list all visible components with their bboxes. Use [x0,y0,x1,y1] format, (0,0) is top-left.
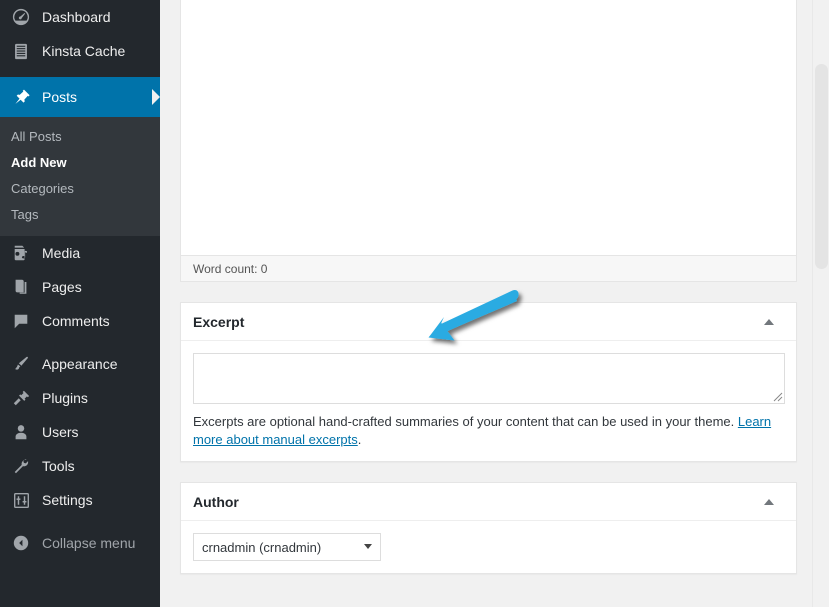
pushpin-icon [11,87,31,107]
post-edit-form: Word count: 0 Excerpt Excerpts are optio… [180,0,797,574]
wp-admin-screen: Dashboard Kinsta Cache Posts All Posts A… [0,0,829,607]
caret-up-icon [764,498,774,505]
paintbrush-icon [11,354,31,374]
collapse-menu-button[interactable]: Collapse menu [0,526,160,560]
sidebar-item-add-new[interactable]: Add New [0,150,160,176]
plug-icon [11,388,31,408]
user-icon [11,422,31,442]
sidebar-item-label: Pages [42,279,82,295]
admin-content: Word count: 0 Excerpt Excerpts are optio… [160,0,829,607]
sidebar-item-media[interactable]: Media [0,236,160,270]
excerpt-toggle-button[interactable] [754,307,784,337]
excerpt-metabox-header[interactable]: Excerpt [181,303,796,341]
excerpt-help-text: Excerpts are optional hand-crafted summa… [193,413,785,449]
sliders-icon [11,490,31,510]
sidebar-item-plugins[interactable]: Plugins [0,381,160,415]
excerpt-metabox-body: Excerpts are optional hand-crafted summa… [181,341,796,461]
sidebar-item-label: Posts [42,89,78,105]
word-count-label: Word count: 0 [193,261,268,276]
sidebar-item-all-posts[interactable]: All Posts [0,124,160,150]
sidebar-item-label: Comments [42,313,110,329]
sidebar-item-label: Settings [42,492,93,508]
author-metabox: Author crnadmin (crnadmin) [180,482,797,574]
excerpt-textarea[interactable] [193,353,785,404]
sidebar-item-label: Appearance [42,356,118,372]
sidebar-item-label: Media [42,245,81,261]
comment-icon [11,311,31,331]
author-metabox-header[interactable]: Author [181,483,796,521]
author-select[interactable]: crnadmin (crnadmin) [193,533,381,561]
sidebar-item-label: Dashboard [42,9,111,25]
collapse-arrow-icon [11,533,31,553]
media-icon [11,243,31,263]
sidebar-separator [0,517,160,526]
sidebar-item-label: Users [42,424,79,440]
excerpt-textarea-wrapper [193,353,785,404]
excerpt-metabox: Excerpt Excerpts are optional hand-craft… [180,302,797,462]
sidebar-separator [0,338,160,347]
excerpt-help-text-before: Excerpts are optional hand-crafted summa… [193,414,738,429]
sidebar-submenu-posts: All Posts Add New Categories Tags [0,117,160,236]
sidebar-item-posts[interactable]: Posts [0,77,160,117]
sidebar-item-categories[interactable]: Categories [0,176,160,202]
sidebar-item-comments[interactable]: Comments [0,304,160,338]
author-toggle-button[interactable] [754,487,784,517]
sidebar-separator [0,68,160,77]
dashboard-icon [11,7,31,27]
author-metabox-body: crnadmin (crnadmin) [181,521,796,573]
post-editor: Word count: 0 [180,0,797,282]
caret-up-icon [764,318,774,325]
sidebar-item-users[interactable]: Users [0,415,160,449]
editor-content-area[interactable] [181,0,796,255]
author-metabox-title: Author [193,493,239,510]
sidebar-item-tools[interactable]: Tools [0,449,160,483]
sidebar-item-label: Plugins [42,390,88,406]
sidebar-item-tags[interactable]: Tags [0,202,160,228]
excerpt-help-text-after: . [357,432,362,447]
collapse-menu-label: Collapse menu [42,535,136,551]
page-scrollbar-thumb[interactable] [815,64,828,269]
sidebar-item-label: Tools [42,458,75,474]
server-icon [11,41,31,61]
admin-sidebar: Dashboard Kinsta Cache Posts All Posts A… [0,0,160,607]
editor-status-bar: Word count: 0 [181,255,796,281]
wrench-icon [11,456,31,476]
sidebar-item-label: Kinsta Cache [42,43,126,59]
sidebar-item-kinsta-cache[interactable]: Kinsta Cache [0,34,160,68]
sidebar-item-dashboard[interactable]: Dashboard [0,0,160,34]
excerpt-metabox-title: Excerpt [193,313,245,330]
pages-icon [11,277,31,297]
page-scrollbar[interactable] [812,0,829,607]
sidebar-item-settings[interactable]: Settings [0,483,160,517]
author-select-wrapper: crnadmin (crnadmin) [193,533,381,561]
sidebar-item-pages[interactable]: Pages [0,270,160,304]
sidebar-item-appearance[interactable]: Appearance [0,347,160,381]
